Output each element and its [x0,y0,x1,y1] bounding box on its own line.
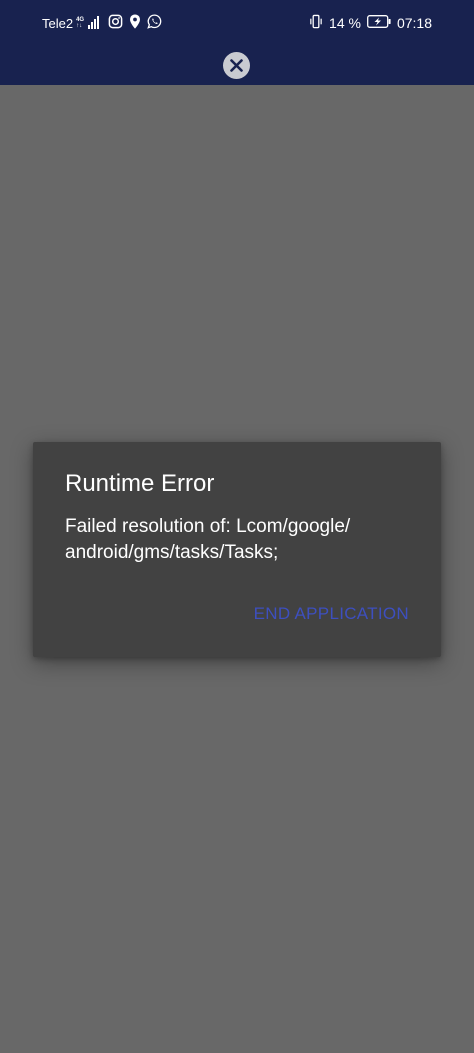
signal-icon [88,15,102,32]
network-type: 4G ↑↓ [76,17,84,29]
dialog-message: Failed resolution of: Lcom/google/ andro… [65,514,415,566]
dialog-title: Runtime Error [65,470,215,497]
battery-charging-icon [367,15,391,31]
clock: 07:18 [396,15,432,31]
instagram-icon [108,14,123,32]
end-application-button[interactable]: END APPLICATION [254,604,409,624]
screen: Tele2 4G ↑↓ 14 % 07:18 Runtime Error Fai… [0,0,474,1053]
dialog-message-line-1: Failed resolution of: Lcom/google/ [65,516,351,537]
vibrate-icon [309,14,323,32]
app-bar [0,46,474,85]
runtime-error-dialog: Runtime Error Failed resolution of: Lcom… [33,442,441,657]
carrier-label: Tele2 [42,15,74,31]
status-right: 14 % 07:18 [309,14,432,32]
network-activity-label: ↑↓ [76,23,83,29]
dialog-message-line-2: android/gms/tasks/Tasks; [65,542,279,563]
close-button[interactable] [223,52,250,79]
battery-percent: 14 % [329,15,361,31]
close-icon [230,59,243,72]
status-bar: Tele2 4G ↑↓ 14 % 07:18 [0,0,474,46]
status-left: Tele2 4G ↑↓ [42,14,162,32]
whatsapp-icon [147,14,162,32]
location-icon [129,14,141,32]
